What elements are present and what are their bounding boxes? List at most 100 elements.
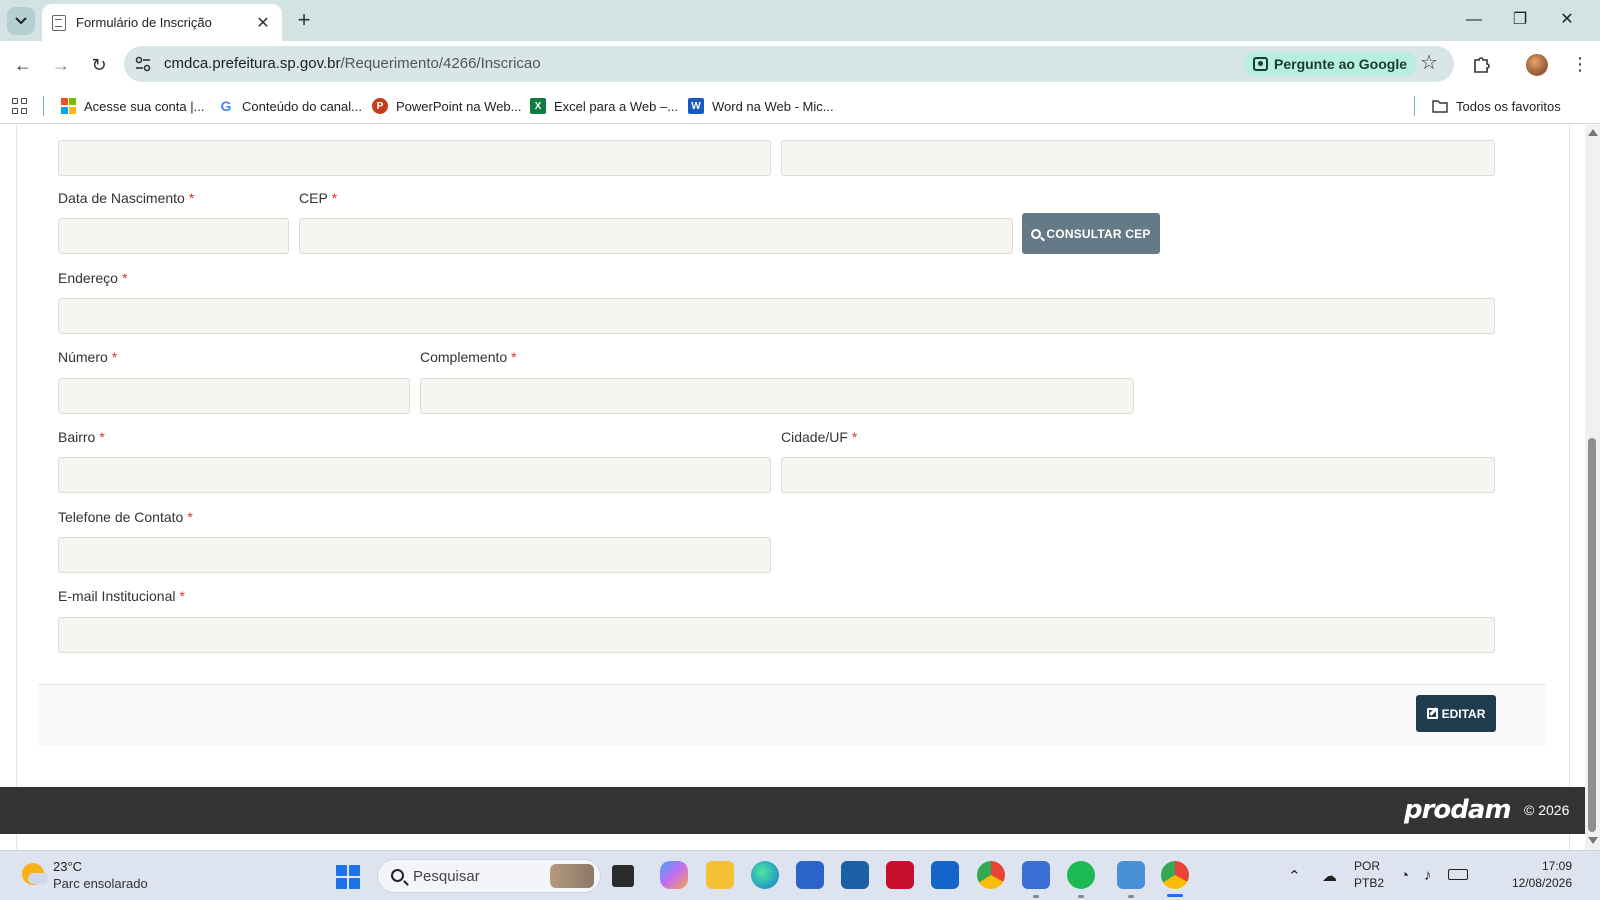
- microsoft-store-icon[interactable]: [796, 861, 824, 889]
- address-label: Endereço *: [58, 270, 128, 286]
- chrome-active-icon[interactable]: [1161, 861, 1189, 897]
- tab-search-button[interactable]: [7, 7, 35, 35]
- site-info-icon[interactable]: [134, 55, 152, 73]
- active-tab[interactable]: Formulário de Inscrição ✕: [42, 4, 282, 41]
- bookmark-powerpoint-web[interactable]: P PowerPoint na Web...: [372, 97, 522, 115]
- address-bar[interactable]: cmdca.prefeitura.sp.gov.br/Requerimento/…: [124, 46, 1454, 82]
- forward-button[interactable]: →: [48, 52, 74, 78]
- browser-tab-strip: Formulário de Inscrição ✕ + — ❐ ✕: [0, 0, 1600, 41]
- page-scrollbar[interactable]: [1585, 125, 1600, 850]
- consult-cep-button[interactable]: CONSULTAR CEP: [1022, 213, 1160, 254]
- minimize-button[interactable]: —: [1462, 8, 1486, 32]
- bookmark-star-icon[interactable]: ☆: [1420, 50, 1438, 75]
- back-button[interactable]: ←: [10, 52, 36, 78]
- bookmark-excel-web[interactable]: X Excel para a Web –...: [530, 97, 678, 115]
- bookmark-word-web[interactable]: W Word na Web - Mic...: [688, 97, 834, 115]
- bookmark-microsoft-account[interactable]: Acesse sua conta |...: [60, 97, 204, 115]
- weather-condition[interactable]: Parc ensolarado: [53, 876, 148, 891]
- spotify-icon[interactable]: [1067, 861, 1095, 898]
- onedrive-icon[interactable]: ☁: [1322, 867, 1337, 885]
- remote-app-icon[interactable]: [1117, 861, 1145, 898]
- close-tab-icon[interactable]: ✕: [254, 13, 272, 33]
- ask-google-label: Pergunte ao Google: [1274, 56, 1408, 72]
- search-highlight-image: [550, 864, 594, 888]
- clock-time[interactable]: 17:09: [1512, 859, 1572, 873]
- phone-input[interactable]: [58, 537, 771, 573]
- prodam-logo: prodam: [1404, 795, 1512, 825]
- top-left-input[interactable]: [58, 140, 771, 176]
- page-viewport: Data de Nascimento * CEP * CONSULTAR CEP E…: [0, 125, 1585, 850]
- company-portal-icon[interactable]: [841, 861, 869, 889]
- search-icon: [1031, 228, 1042, 239]
- apps-grid-icon[interactable]: [12, 98, 28, 114]
- url-domain: cmdca.prefeitura.sp.gov.br: [164, 55, 341, 72]
- show-hidden-icons-chevron-icon[interactable]: ⌃: [1288, 867, 1301, 885]
- folder-icon: [1432, 100, 1448, 113]
- edit-icon: [1426, 708, 1438, 719]
- clock-date[interactable]: 12/08/2026: [1484, 876, 1572, 890]
- scroll-down-arrow-icon[interactable]: [1588, 837, 1598, 844]
- cep-input[interactable]: [299, 218, 1013, 254]
- restore-button[interactable]: ❐: [1508, 8, 1532, 32]
- task-view-icon[interactable]: [612, 865, 634, 887]
- url-text: cmdca.prefeitura.sp.gov.br/Requerimento/…: [164, 55, 541, 72]
- edit-label: EDITAR: [1441, 706, 1486, 721]
- copilot-icon[interactable]: [660, 861, 688, 889]
- email-input[interactable]: [58, 617, 1495, 653]
- site-footer: prodam © 2026: [0, 787, 1585, 834]
- form-actions-footer: EDITAR: [38, 684, 1546, 746]
- battery-icon[interactable]: [1448, 869, 1468, 880]
- top-right-input[interactable]: [781, 140, 1495, 176]
- bookmark-label: Word na Web - Mic...: [712, 98, 834, 114]
- new-tab-button[interactable]: +: [292, 8, 316, 32]
- phone-label: Telefone de Contato *: [58, 509, 193, 525]
- browser-menu-icon[interactable]: ⋮: [1571, 51, 1589, 77]
- taskbar-search-placeholder: Pesquisar: [413, 868, 480, 885]
- weather-icon[interactable]: [22, 863, 48, 885]
- number-input[interactable]: [58, 378, 410, 414]
- scrollbar-thumb[interactable]: [1588, 438, 1596, 832]
- language-indicator[interactable]: POR: [1354, 859, 1380, 873]
- taskbar-search[interactable]: Pesquisar: [377, 859, 601, 893]
- all-bookmarks-button[interactable]: Todos os favoritos: [1432, 97, 1561, 115]
- extensions-icon[interactable]: [1472, 54, 1492, 74]
- number-label: Número *: [58, 349, 118, 365]
- bookmark-label: Conteúdo do canal...: [242, 98, 362, 114]
- complement-input[interactable]: [420, 378, 1134, 414]
- file-explorer-icon[interactable]: [706, 861, 734, 889]
- email-label: E-mail Institucional *: [58, 588, 185, 604]
- chrome-icon[interactable]: [977, 861, 1005, 889]
- excel-icon: X: [530, 98, 546, 114]
- bookmark-label: Excel para a Web –...: [554, 98, 679, 114]
- weather-temperature[interactable]: 23°C: [53, 859, 82, 874]
- keyboard-layout[interactable]: PTB2: [1354, 876, 1384, 890]
- lens-icon: [1253, 57, 1268, 71]
- edge-icon[interactable]: [751, 861, 779, 889]
- search-icon: [391, 869, 404, 882]
- profile-avatar[interactable]: [1526, 54, 1548, 76]
- bookmarks-separator: [43, 96, 44, 116]
- volume-icon[interactable]: ♪: [1424, 867, 1432, 884]
- mcafee-icon[interactable]: [886, 861, 914, 889]
- browser-toolbar: ← → ↻ cmdca.prefeitura.sp.gov.br/Requeri…: [0, 41, 1600, 88]
- ask-google-button[interactable]: Pergunte ao Google: [1244, 52, 1418, 76]
- edit-button[interactable]: EDITAR: [1416, 695, 1496, 732]
- reload-button[interactable]: ↻: [86, 52, 112, 78]
- close-window-button[interactable]: ✕: [1555, 8, 1579, 32]
- bookmark-label: PowerPoint na Web...: [396, 98, 522, 114]
- birthdate-input[interactable]: [58, 218, 289, 254]
- outlook-icon[interactable]: [931, 861, 959, 889]
- complement-label: Complemento *: [420, 349, 517, 365]
- address-input[interactable]: [58, 298, 1495, 334]
- teams-calendar-icon[interactable]: [1022, 861, 1050, 898]
- neighborhood-input[interactable]: [58, 457, 771, 493]
- all-bookmarks-label: Todos os favoritos: [1456, 98, 1561, 114]
- copyright-text: © 2026: [1524, 802, 1570, 818]
- scroll-up-arrow-icon[interactable]: [1588, 129, 1598, 136]
- url-path: /Requerimento/4266/Inscricao: [340, 55, 541, 72]
- windows-start-icon[interactable]: [336, 865, 360, 889]
- bookmark-channel-content[interactable]: G Conteúdo do canal...: [218, 97, 362, 115]
- consult-cep-label: CONSULTAR CEP: [1046, 226, 1151, 241]
- wifi-icon[interactable]: ◔: [1400, 867, 1409, 884]
- city-state-input[interactable]: [781, 457, 1495, 493]
